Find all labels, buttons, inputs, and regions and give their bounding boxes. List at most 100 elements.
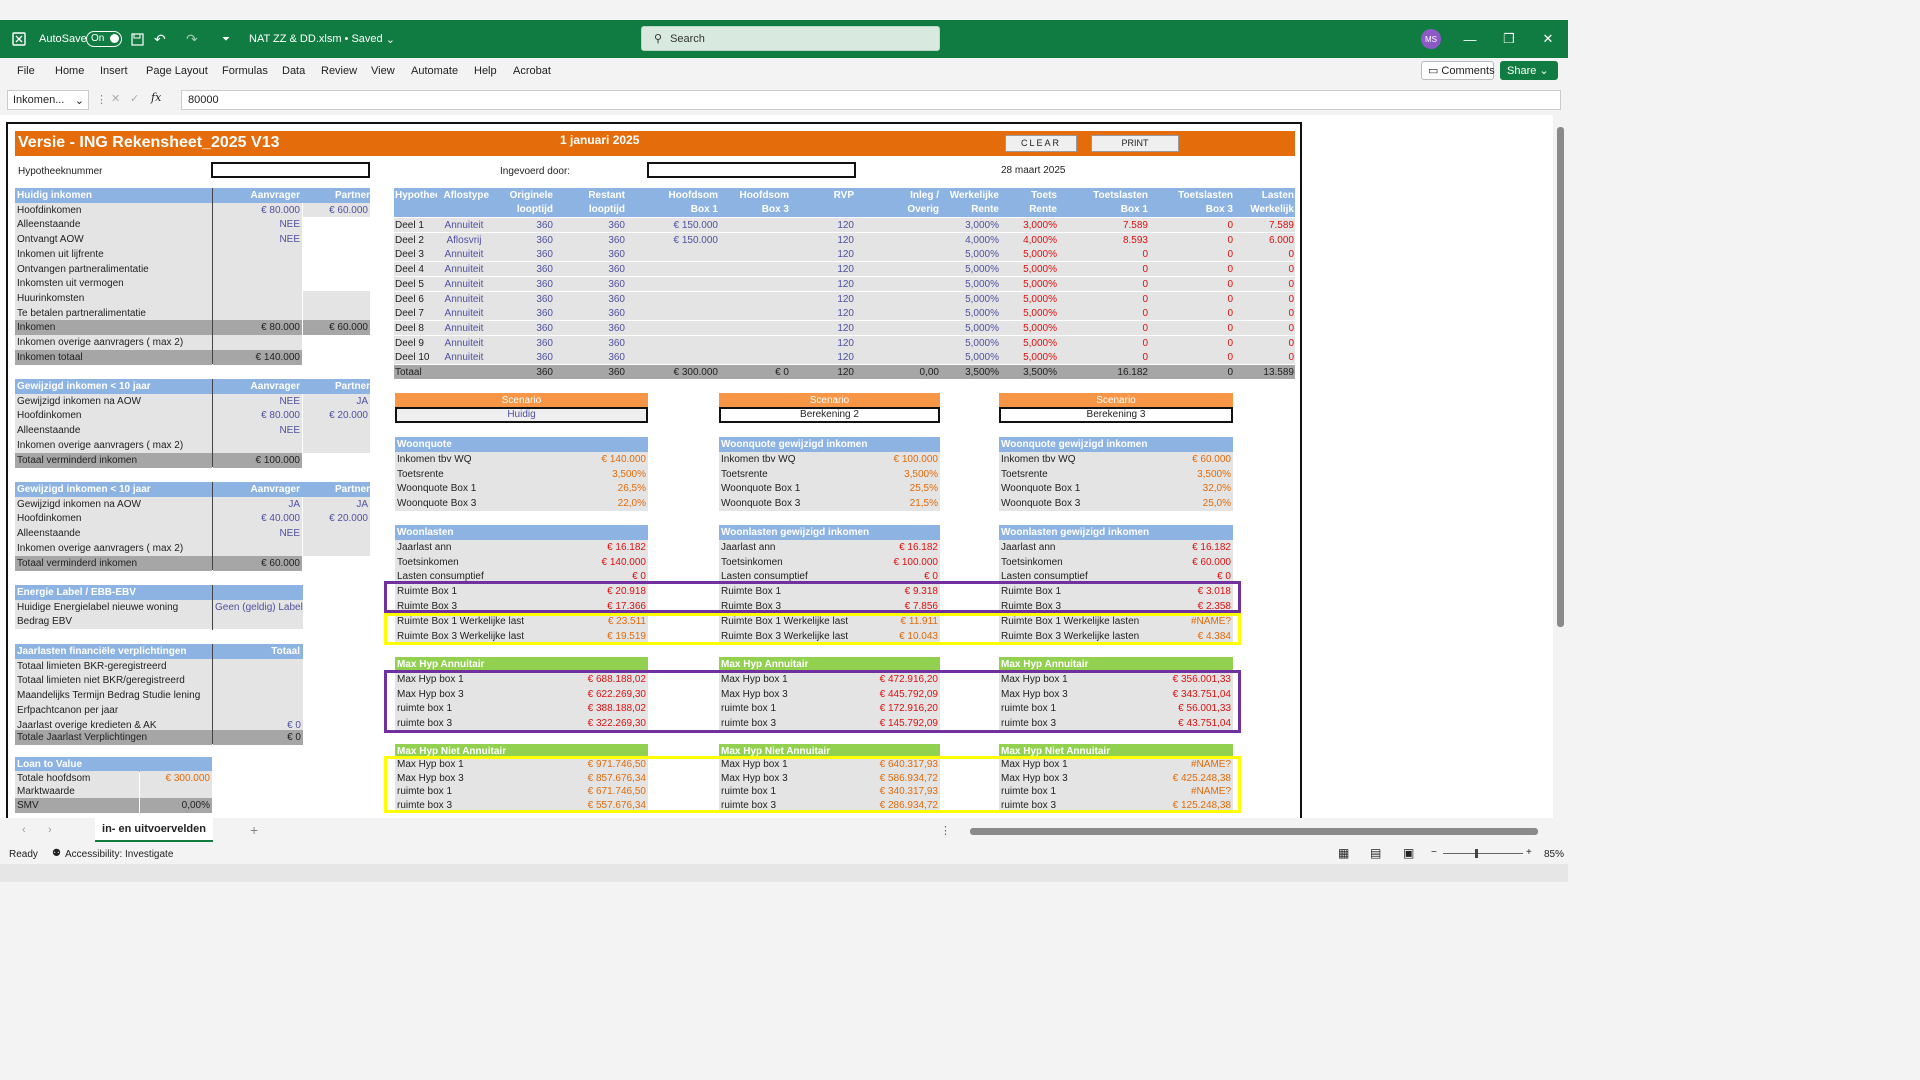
zoom-slider[interactable] xyxy=(1443,849,1523,858)
loan-cell[interactable]: 5,000% xyxy=(941,247,999,262)
energie-row-value[interactable]: Geen (geldig) Label xyxy=(213,599,303,615)
normal-view-icon[interactable]: ▦ xyxy=(1338,846,1349,860)
loan-cell[interactable]: 360 xyxy=(555,218,625,233)
gew1-row-aanvrager[interactable] xyxy=(213,437,302,453)
gew1-row-aanvrager[interactable]: NEE xyxy=(213,393,302,409)
gew1-row-partner[interactable] xyxy=(303,423,370,439)
huidig-row-aanvrager[interactable]: NEE xyxy=(213,232,302,248)
loan-cell[interactable]: 5,000% xyxy=(1001,277,1057,292)
gew2-row-partner[interactable] xyxy=(303,526,370,542)
jaarlasten-row-value[interactable] xyxy=(213,688,303,704)
loan-cell[interactable] xyxy=(720,292,789,307)
loan-cell[interactable] xyxy=(720,218,789,233)
page-break-icon[interactable]: ▣ xyxy=(1403,846,1414,860)
zoom-out-icon[interactable]: − xyxy=(1431,847,1437,858)
loan-cell[interactable]: 360 xyxy=(555,247,625,262)
hypotheeknummer-input[interactable] xyxy=(211,162,370,178)
loan-cell[interactable]: € 150.000 xyxy=(627,233,719,248)
jaarlasten-row-value[interactable] xyxy=(213,658,303,674)
loan-cell[interactable]: 360 xyxy=(555,321,625,336)
loan-cell[interactable]: 120 xyxy=(791,292,854,307)
gew2-row-partner[interactable]: € 20.000 xyxy=(303,511,370,527)
loan-cell[interactable]: 5,000% xyxy=(941,306,999,321)
loan-cell[interactable]: 360 xyxy=(491,350,553,365)
loan-cell[interactable] xyxy=(856,262,939,277)
loan-cell[interactable]: 5,000% xyxy=(1001,336,1057,351)
loan-cell[interactable]: 5,000% xyxy=(941,321,999,336)
loan-cell[interactable]: 5,000% xyxy=(1001,350,1057,365)
loan-cell[interactable]: 5,000% xyxy=(1001,292,1057,307)
loan-cell[interactable]: 120 xyxy=(791,218,854,233)
gew1-row-partner[interactable]: JA xyxy=(303,393,370,409)
loan-cell[interactable]: 120 xyxy=(791,247,854,262)
energie-row-value[interactable] xyxy=(213,614,303,630)
accessibility-status[interactable]: Accessibility: Investigate xyxy=(65,849,173,860)
add-sheet-icon[interactable]: + xyxy=(250,822,258,838)
gew2-row-aanvrager[interactable]: JA xyxy=(213,496,302,512)
loan-cell[interactable]: 360 xyxy=(491,321,553,336)
comments-button[interactable]: ▭ Comments xyxy=(1421,61,1495,80)
tab-file[interactable]: File xyxy=(17,65,35,77)
tab-data[interactable]: Data xyxy=(282,65,305,77)
tab-insert[interactable]: Insert xyxy=(100,65,128,77)
huidig-row-partner[interactable] xyxy=(303,290,370,306)
huidig-row-aanvrager[interactable] xyxy=(213,246,302,262)
loan-cell[interactable]: 5,000% xyxy=(941,277,999,292)
loan-cell[interactable]: 120 xyxy=(791,262,854,277)
loan-cell[interactable] xyxy=(720,247,789,262)
gew2-row-aanvrager[interactable] xyxy=(213,540,302,556)
redo-icon[interactable]: ↷ xyxy=(186,20,198,58)
loan-cell[interactable] xyxy=(720,233,789,248)
loan-cell[interactable] xyxy=(856,321,939,336)
huidig-row-aanvrager[interactable]: € 80.000 xyxy=(213,202,302,218)
loan-cell[interactable]: 360 xyxy=(555,277,625,292)
loan-cell[interactable] xyxy=(627,336,718,351)
fx-icon[interactable]: fx xyxy=(151,91,161,104)
print-button[interactable]: PRINT xyxy=(1091,135,1179,152)
huidig-row-partner[interactable] xyxy=(303,305,370,321)
loan-cell[interactable] xyxy=(627,292,718,307)
loan-cell[interactable]: Annuiteit xyxy=(439,306,489,321)
avatar[interactable]: MS xyxy=(1421,29,1441,49)
zoom-in-icon[interactable]: + xyxy=(1526,847,1532,858)
loan-cell[interactable]: Annuiteit xyxy=(439,321,489,336)
ingevoerd-input[interactable] xyxy=(647,162,856,178)
gew2-row-aanvrager[interactable]: NEE xyxy=(213,526,302,542)
loan-cell[interactable] xyxy=(856,247,939,262)
autosave-toggle[interactable]: On xyxy=(86,31,122,47)
huidig-row-aanvrager[interactable] xyxy=(213,261,302,277)
search-box[interactable]: ⚲ Search xyxy=(641,26,940,51)
loan-cell[interactable] xyxy=(856,292,939,307)
loan-cell[interactable]: 360 xyxy=(491,292,553,307)
tab-view[interactable]: View xyxy=(371,65,395,77)
loan-cell[interactable]: 3,000% xyxy=(1001,218,1057,233)
loan-cell[interactable] xyxy=(720,336,789,351)
loan-cell[interactable] xyxy=(856,233,939,248)
loan-cell[interactable]: Annuiteit xyxy=(439,247,489,262)
loan-cell[interactable]: 5,000% xyxy=(1001,247,1057,262)
loan-cell[interactable] xyxy=(720,306,789,321)
loan-cell[interactable] xyxy=(856,306,939,321)
next-sheet-icon[interactable]: › xyxy=(48,824,52,836)
loan-cell[interactable]: 5,000% xyxy=(941,292,999,307)
loan-cell[interactable]: 360 xyxy=(491,262,553,277)
loan-cell[interactable]: 120 xyxy=(791,350,854,365)
loan-cell[interactable]: Annuiteit xyxy=(439,292,489,307)
loan-cell[interactable]: 360 xyxy=(555,262,625,277)
loan-cell[interactable]: 360 xyxy=(491,336,553,351)
loan-cell[interactable] xyxy=(856,350,939,365)
enter-icon[interactable]: ✓ xyxy=(130,92,139,105)
save-icon[interactable] xyxy=(131,20,144,58)
undo-icon[interactable]: ↶ xyxy=(154,20,166,58)
loan-cell[interactable] xyxy=(627,247,718,262)
scenario-name-select[interactable]: Berekening 2 xyxy=(719,407,940,423)
loan-cell[interactable] xyxy=(856,277,939,292)
loan-cell[interactable]: 4,000% xyxy=(1001,233,1057,248)
minimize-icon[interactable]: — xyxy=(1450,20,1490,58)
customize-icon[interactable]: ⏷ xyxy=(222,20,230,58)
page-layout-icon[interactable]: ▤ xyxy=(1370,846,1381,860)
huidig-row-aanvrager[interactable]: NEE xyxy=(213,217,302,233)
loan-cell[interactable]: 360 xyxy=(491,233,553,248)
loan-cell[interactable]: 360 xyxy=(491,306,553,321)
loan-cell[interactable]: 120 xyxy=(791,233,854,248)
